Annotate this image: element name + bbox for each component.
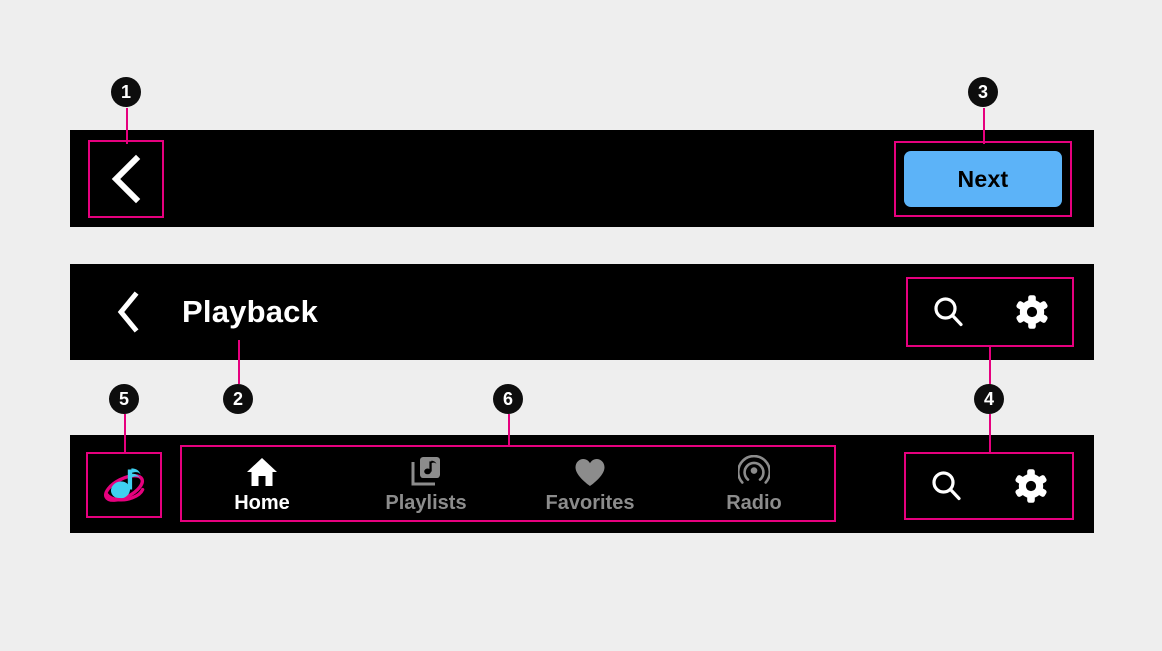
tabs-group: Home Playlists Favorites Radio [180, 448, 836, 522]
tab-home[interactable]: Home [180, 448, 344, 522]
next-button[interactable]: Next [904, 151, 1062, 207]
tab-favorites-label: Favorites [545, 491, 635, 514]
tab-favorites[interactable]: Favorites [508, 448, 672, 522]
home-icon [246, 457, 278, 487]
next-button-label: Next [957, 165, 1009, 192]
top-bar-back-button[interactable] [88, 140, 164, 218]
gear-icon[interactable] [1013, 468, 1049, 504]
music-note-orbit-logo [98, 459, 150, 511]
playlists-library-icon [410, 456, 442, 487]
tab-playlists[interactable]: Playlists [344, 448, 508, 522]
header-action-icons-group [906, 277, 1074, 347]
chevron-left-icon [109, 154, 143, 204]
screenshot-stage: Next Playback Home Playlists Favorites R… [0, 0, 1162, 651]
annotation-badge-3: 3 [968, 77, 998, 107]
annotation-leader-3 [983, 108, 985, 144]
annotation-badge-2: 2 [223, 384, 253, 414]
annotation-badge-4: 4 [974, 384, 1004, 414]
tab-bar-action-icons-group [904, 452, 1074, 520]
heart-icon [574, 457, 606, 487]
chevron-left-icon [115, 291, 141, 333]
page-title: Playback [182, 294, 319, 329]
annotation-leader-4-down [989, 414, 991, 452]
annotation-leader-5 [124, 414, 126, 452]
annotation-badge-1: 1 [111, 77, 141, 107]
search-icon[interactable] [931, 295, 965, 329]
annotation-badge-5: 5 [109, 384, 139, 414]
gear-icon[interactable] [1014, 294, 1050, 330]
tab-radio-label: Radio [726, 491, 782, 514]
annotation-badge-6: 6 [493, 384, 523, 414]
annotation-leader-6 [508, 414, 510, 445]
tab-radio[interactable]: Radio [672, 448, 836, 522]
search-icon[interactable] [929, 469, 963, 503]
annotation-leader-4-up [989, 347, 991, 385]
annotation-leader-1 [126, 108, 128, 144]
annotation-leader-2 [238, 340, 240, 384]
radio-broadcast-icon [738, 454, 770, 487]
header-back-button[interactable] [106, 288, 150, 336]
brand-logo[interactable] [86, 452, 162, 518]
tab-playlists-label: Playlists [385, 491, 467, 514]
tab-home-label: Home [234, 491, 290, 514]
